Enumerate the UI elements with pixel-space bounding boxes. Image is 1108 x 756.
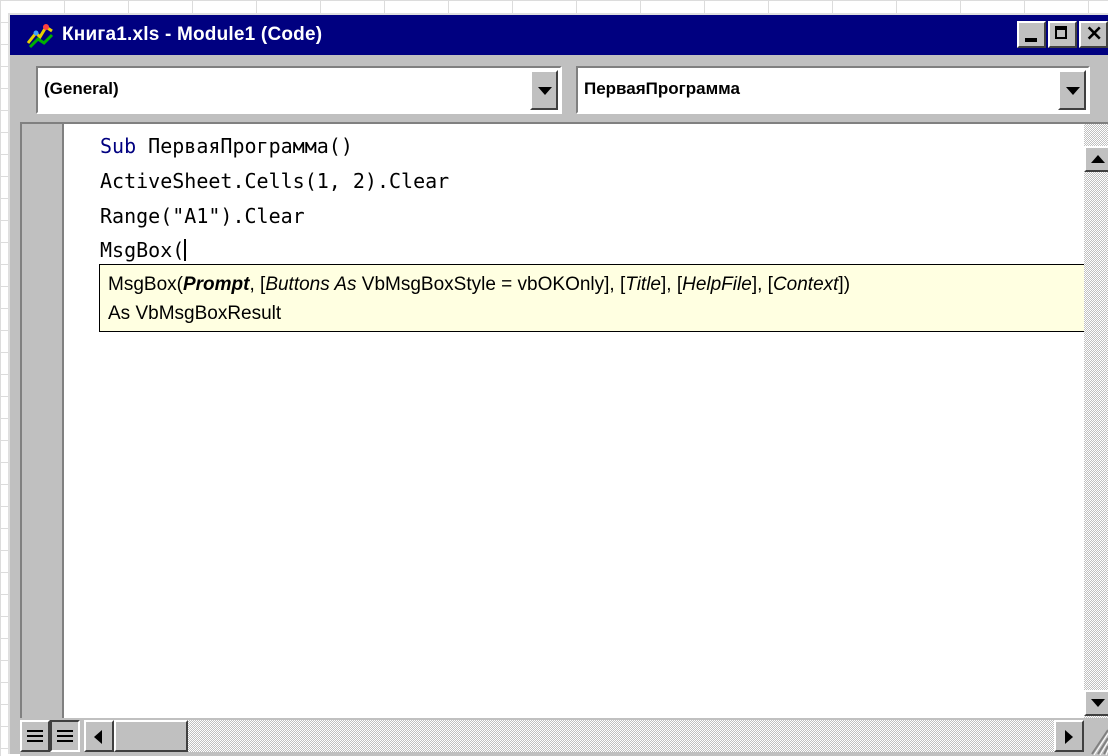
chevron-down-icon[interactable]: [530, 70, 558, 110]
code-text: MsgBox(: [100, 238, 185, 262]
tooltip-param-buttons: Buttons As: [265, 274, 357, 295]
tooltip-sep: , [: [249, 274, 266, 295]
margin-indicator-bar[interactable]: [22, 124, 64, 718]
minimize-button[interactable]: [1017, 21, 1046, 48]
code-line: Range("A1").Clear: [100, 204, 305, 228]
scroll-right-button[interactable]: [1054, 720, 1084, 752]
tooltip-param-context: Context: [772, 274, 839, 295]
tooltip-param-helpfile: HelpFile: [682, 274, 752, 295]
tooltip-param-title: Title: [625, 274, 661, 295]
tooltip-sep: ], [: [751, 274, 773, 295]
resize-grip-icon[interactable]: [1084, 720, 1108, 756]
code-text: ПерваяПрограмма(): [136, 134, 353, 158]
tooltip-return-type: As VbMsgBoxResult: [108, 303, 282, 324]
quick-info-tooltip: MsgBox(Prompt, [Buttons As VbMsgBoxStyle…: [99, 264, 1091, 332]
caption-buttons: ×: [1017, 21, 1108, 48]
close-button[interactable]: ×: [1079, 21, 1108, 48]
title-bar[interactable]: Книга1.xls - Module1 (Code) ×: [10, 15, 1108, 55]
tooltip-sep: VbMsgBoxStyle = vbOKOnly], [: [356, 274, 626, 295]
tooltip-func: MsgBox(: [108, 274, 183, 295]
vba-module-icon: [26, 20, 56, 50]
object-dropdown-value: (General): [44, 79, 119, 98]
maximize-button[interactable]: [1048, 21, 1077, 48]
tooltip-sep: ], [: [660, 274, 683, 295]
chevron-down-icon[interactable]: [1058, 70, 1086, 110]
scroll-thumb[interactable]: [114, 720, 188, 752]
procedure-dropdown-value: ПерваяПрограмма: [584, 79, 740, 98]
code-window: Книга1.xls - Module1 (Code) × (General) …: [8, 13, 1108, 756]
full-module-view-button[interactable]: [50, 720, 80, 752]
vertical-scrollbar[interactable]: [1084, 124, 1108, 718]
scroll-left-button[interactable]: [84, 720, 114, 752]
scroll-up-button[interactable]: [1084, 146, 1108, 172]
horizontal-scrollbar[interactable]: [84, 720, 1084, 752]
close-icon: ×: [1085, 21, 1104, 46]
object-dropdown[interactable]: (General): [36, 66, 562, 114]
code-editor[interactable]: Sub ПерваяПрограмма() ActiveSheet.Cells(…: [64, 124, 1091, 718]
code-line: MsgBox(: [100, 238, 187, 262]
code-line: ActiveSheet.Cells(1, 2).Clear: [100, 169, 450, 193]
window-title: Книга1.xls - Module1 (Code): [62, 24, 323, 45]
tooltip-sep: ]): [838, 274, 851, 295]
tooltip-signature: MsgBox(Prompt, [Buttons As VbMsgBoxStyle…: [108, 270, 1082, 299]
procedure-dropdown[interactable]: ПерваяПрограмма: [576, 66, 1090, 114]
tooltip-param-prompt: Prompt: [182, 274, 250, 295]
bottom-toolbar: [20, 718, 1108, 756]
scroll-down-button[interactable]: [1084, 690, 1108, 716]
code-line: Sub ПерваяПрограмма(): [100, 134, 353, 158]
procedure-view-button[interactable]: [20, 720, 50, 752]
code-pane: Sub ПерваяПрограмма() ActiveSheet.Cells(…: [20, 122, 1108, 718]
text-caret: [184, 239, 187, 261]
code-keyword: Sub: [100, 134, 137, 158]
